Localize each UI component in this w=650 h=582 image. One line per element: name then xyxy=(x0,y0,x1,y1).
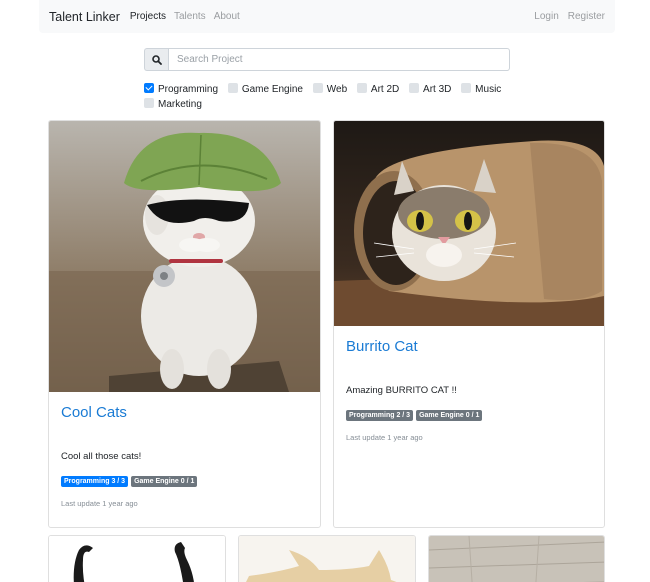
skill-badge: Game Engine 0 / 1 xyxy=(131,476,198,487)
card-body: Cool Cats Cool all those cats! Programmi… xyxy=(49,404,320,508)
filter-art-3d[interactable]: Art 3D xyxy=(409,82,451,97)
skill-badges: Programming 2 / 3 Game Engine 0 / 1 xyxy=(346,410,592,421)
filter-checkbox[interactable] xyxy=(356,83,367,93)
last-update: Last update 1 year ago xyxy=(61,499,138,508)
project-description: Cool all those cats! xyxy=(61,451,142,462)
filter-web[interactable]: Web xyxy=(312,82,348,97)
nav-auth: Login Register xyxy=(525,11,605,22)
filter-music[interactable]: Music xyxy=(461,82,501,97)
project-title[interactable]: Burrito Cat xyxy=(346,338,592,355)
nav-link-projects[interactable]: Projects xyxy=(130,11,166,22)
cat-photo xyxy=(49,121,320,392)
skill-badges: Programming 3 / 3 Game Engine 0 / 1 xyxy=(61,476,308,487)
skill-badge: Programming 2 / 3 xyxy=(346,410,414,421)
filter-label: Art 3D xyxy=(423,84,452,95)
filter-label: Music xyxy=(475,84,502,95)
filter-label: Marketing xyxy=(158,99,202,110)
filter-label: Web xyxy=(326,84,348,95)
filter-marketing[interactable]: Marketing xyxy=(144,97,202,112)
search-input[interactable] xyxy=(168,48,510,71)
filter-label: Game Engine xyxy=(241,84,303,95)
filter-programming[interactable]: Programming xyxy=(144,82,218,97)
project-image[interactable] xyxy=(239,536,416,582)
project-card[interactable] xyxy=(428,535,605,582)
skill-filters: Programming Game Engine Web Art 2D Art 3… xyxy=(144,82,510,112)
project-card[interactable] xyxy=(48,535,226,582)
navbar: Talent Linker Projects Talents About Log… xyxy=(39,0,615,33)
login-link[interactable]: Login xyxy=(534,11,558,22)
skill-badge: Programming 3 / 3 xyxy=(61,476,129,487)
card-body: Burrito Cat Amazing BURRITO CAT !! Progr… xyxy=(334,338,604,442)
project-image[interactable] xyxy=(49,536,226,582)
filter-label: Programming xyxy=(158,84,219,95)
project-card[interactable]: Burrito Cat Amazing BURRITO CAT !! Progr… xyxy=(333,120,605,528)
filter-label: Art 2D xyxy=(370,84,400,95)
project-title[interactable]: Cool Cats xyxy=(61,404,308,421)
search-button[interactable] xyxy=(144,48,168,71)
filter-checkbox[interactable] xyxy=(144,98,154,108)
filter-game-engine[interactable]: Game Engine xyxy=(227,82,303,97)
cat-photo xyxy=(334,121,604,326)
brand-logo[interactable]: Talent Linker xyxy=(49,10,120,24)
project-card[interactable]: Cool Cats Cool all those cats! Programmi… xyxy=(48,120,321,528)
filter-checkbox[interactable] xyxy=(312,83,323,93)
skill-badge: Game Engine 0 / 1 xyxy=(416,410,483,421)
project-image[interactable] xyxy=(334,121,604,326)
search-bar xyxy=(144,48,510,71)
project-image[interactable] xyxy=(429,536,605,582)
nav-link-talents[interactable]: Talents xyxy=(174,11,206,22)
project-image[interactable] xyxy=(49,121,320,392)
last-update: Last update 1 year ago xyxy=(346,433,423,442)
filter-art-2d[interactable]: Art 2D xyxy=(356,82,400,97)
register-link[interactable]: Register xyxy=(568,11,605,22)
filter-checkbox[interactable] xyxy=(144,83,154,93)
filter-checkbox[interactable] xyxy=(227,83,238,93)
project-description: Amazing BURRITO CAT !! xyxy=(346,385,457,396)
search-icon xyxy=(151,54,162,65)
filter-checkbox[interactable] xyxy=(461,83,472,93)
project-card[interactable] xyxy=(238,535,416,582)
filter-checkbox[interactable] xyxy=(409,83,420,93)
nav-link-about[interactable]: About xyxy=(214,11,240,22)
